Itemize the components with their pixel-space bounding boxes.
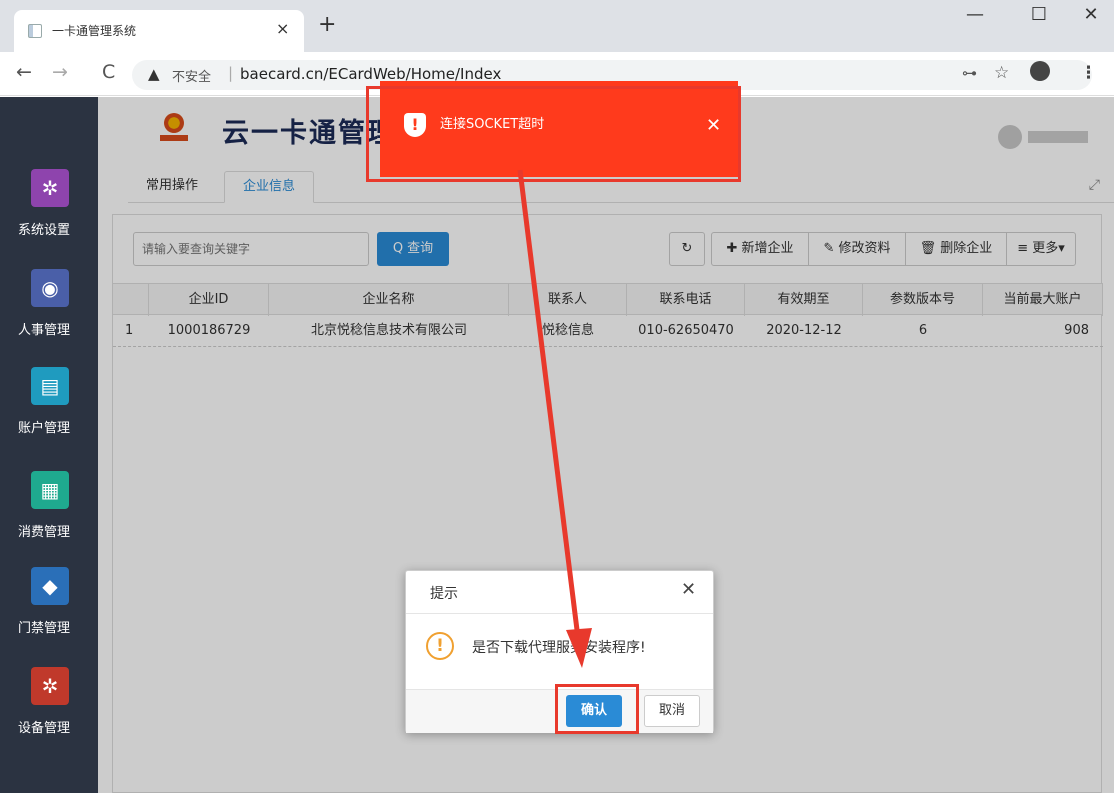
tab-close-icon[interactable]: ×: [276, 19, 289, 38]
gear-icon: ✲: [31, 169, 69, 207]
sidebar-item-label: 门禁管理: [17, 621, 70, 636]
window-maximize-icon[interactable]: ☐: [1024, 4, 1054, 25]
sidebar-item-label: 账户管理: [17, 421, 70, 436]
window-close-icon[interactable]: ✕: [1076, 4, 1106, 25]
key-icon[interactable]: ⊶: [962, 64, 977, 82]
tab-strip: 一卡通管理系统 × + — ☐ ✕: [0, 0, 1114, 52]
annotation-box-toast: [366, 86, 741, 182]
tab-title: 一卡通管理系统: [52, 24, 137, 38]
dialog-close-icon[interactable]: ✕: [681, 579, 696, 600]
warning-circle-icon: !: [426, 632, 454, 660]
browser-tab[interactable]: 一卡通管理系统 ×: [14, 10, 304, 52]
window-minimize-icon[interactable]: —: [960, 4, 990, 25]
dialog-message: 是否下载代理服务安装程序!: [472, 640, 646, 656]
dialog-divider: [406, 613, 713, 614]
page-favicon-icon: [28, 24, 42, 38]
back-icon[interactable]: ←: [16, 61, 32, 83]
sidebar-item-4[interactable]: ◆ 门禁管理: [0, 567, 98, 667]
warning-icon[interactable]: ▲: [148, 65, 160, 83]
dialog-title: 提示: [430, 586, 458, 602]
url-separator: |: [228, 64, 234, 82]
sidebar-item-label: 系统设置: [17, 223, 70, 238]
gears-icon: ✲: [31, 667, 69, 705]
sidebar-item-label: 消费管理: [17, 525, 70, 540]
bookmark-star-icon[interactable]: ☆: [994, 63, 1009, 83]
security-label[interactable]: 不安全: [172, 66, 211, 85]
browser-menu-icon[interactable]: ⋮: [1080, 63, 1097, 83]
sidebar-item-label: 设备管理: [17, 721, 70, 736]
sidebar-item-label: 人事管理: [17, 323, 70, 338]
id-card-icon: ▤: [31, 367, 69, 405]
annotation-box-confirm: [555, 684, 639, 734]
calculator-icon: ▦: [31, 471, 69, 509]
forward-icon[interactable]: →: [52, 61, 68, 83]
cancel-button[interactable]: 取消: [644, 695, 700, 727]
lock-icon: ◆: [31, 567, 69, 605]
browser-window: 一卡通管理系统 × + — ☐ ✕ ← → C ▲ 不安全 | baecard.…: [0, 0, 1114, 793]
sidebar-item-5[interactable]: ✲ 设备管理: [0, 667, 98, 767]
sidebar-item-0[interactable]: ✲ 系统设置: [0, 169, 98, 269]
sidebar: ✲ 系统设置 ◉ 人事管理 ▤ 账户管理 ▦ 消费管理 ◆ 门禁管理 ✲ 设备管理: [0, 97, 98, 793]
user-icon: ◉: [31, 269, 69, 307]
reload-icon[interactable]: C: [102, 61, 115, 83]
sidebar-item-2[interactable]: ▤ 账户管理: [0, 367, 98, 467]
sidebar-item-1[interactable]: ◉ 人事管理: [0, 269, 98, 369]
profile-avatar-icon[interactable]: [1030, 61, 1050, 81]
new-tab-icon[interactable]: +: [318, 14, 336, 36]
sidebar-item-3[interactable]: ▦ 消费管理: [0, 471, 98, 571]
